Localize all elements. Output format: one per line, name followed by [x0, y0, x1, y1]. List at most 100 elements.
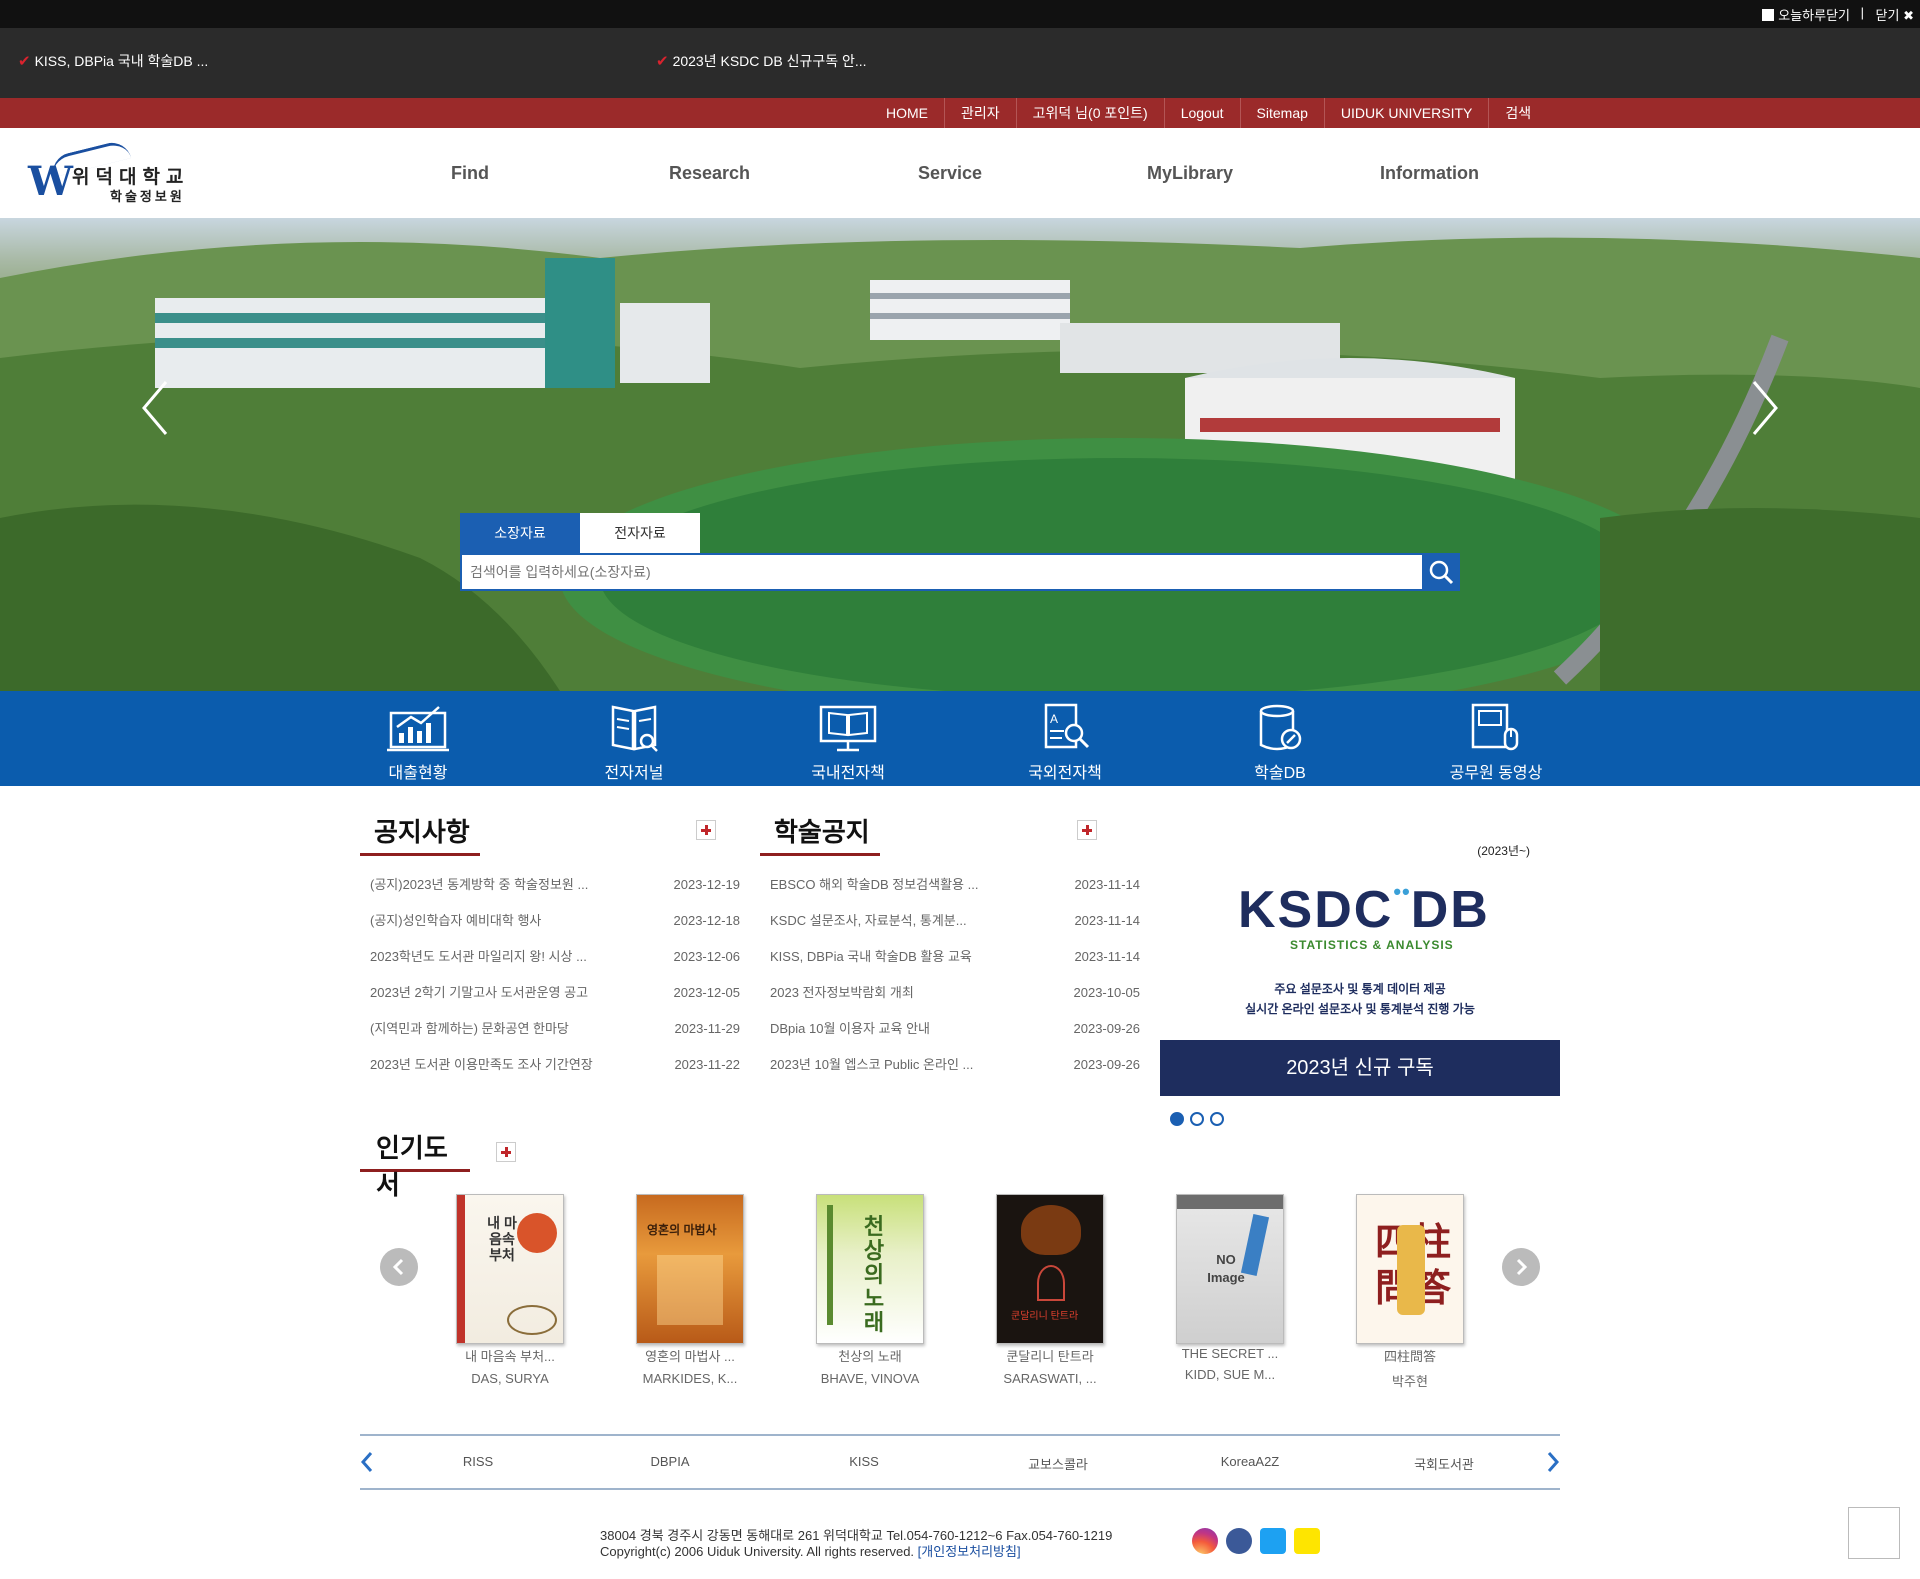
checkbox-icon[interactable]: [1762, 8, 1775, 21]
book-item[interactable]: 영혼의 마법사 영혼의 마법사 ... MARKIDES, K...: [630, 1194, 750, 1386]
notice-item[interactable]: (공지)성인학습자 예비대학 행사 2023-12-18: [360, 906, 740, 942]
notice-more-button[interactable]: [696, 820, 716, 840]
academic-board: 학술공지 EBSCO 해외 학술DB 정보검색활용 ... 2023-11-14 …: [760, 812, 1140, 1086]
search-box: [460, 553, 1460, 591]
chevron-left-icon[interactable]: [360, 1450, 374, 1474]
footer: 38004 경북 경주시 강동면 동해대로 261 위덕대학교 Tel.054-…: [600, 1528, 1112, 1560]
search-button[interactable]: [1422, 553, 1460, 591]
close-button[interactable]: 닫기 ✖: [1876, 5, 1914, 24]
nav-find[interactable]: Find: [451, 163, 489, 184]
quick-label: 국내전자책: [811, 765, 885, 782]
privacy-policy-link[interactable]: [개인정보처리방침]: [918, 1544, 1021, 1559]
banner-dot[interactable]: [1210, 1112, 1224, 1126]
popular-more-button[interactable]: [496, 1142, 516, 1162]
academic-item[interactable]: EBSCO 해외 학술DB 정보검색활용 ... 2023-11-14: [760, 870, 1140, 906]
site-link-kiss[interactable]: KISS: [804, 1454, 924, 1469]
search-input[interactable]: [462, 555, 1422, 589]
academic-title-wrap: 학술공지: [760, 812, 880, 856]
ticker-item[interactable]: ✔ 2023년 KSDC DB 신규구독 안...: [656, 51, 867, 71]
ksdc-banner[interactable]: (2023년~) KSDC••DB STATISTICS & ANALYSIS …: [1160, 830, 1560, 1126]
book-cover[interactable]: 내 마음속 부처: [456, 1194, 564, 1344]
header: Find Research Service MyLibrary Informat…: [0, 128, 1920, 218]
books-prev-button[interactable]: [380, 1248, 418, 1286]
notice-item[interactable]: 2023학년도 도서관 마일리지 왕! 시상 ... 2023-12-06: [360, 942, 740, 978]
academic-item[interactable]: KISS, DBPia 국내 학술DB 활용 교육 2023-11-14: [760, 942, 1140, 978]
book-item[interactable]: 四柱問答 四柱問答 박주현: [1350, 1194, 1470, 1390]
quick-label: 공무원 동영상: [1449, 765, 1543, 782]
book-title: 영혼의 마법사 ...: [645, 1349, 735, 1364]
book-item[interactable]: NO Image THE SECRET ... KIDD, SUE M...: [1170, 1194, 1290, 1382]
book-cover[interactable]: 영혼의 마법사: [636, 1194, 744, 1344]
banner-dot[interactable]: [1190, 1112, 1204, 1126]
util-home-link[interactable]: HOME: [870, 98, 945, 128]
notice-item[interactable]: 2023년 2학기 기말고사 도서관운영 공고 2023-12-05: [360, 978, 740, 1014]
academic-item[interactable]: 2023년 10월 엡스코 Public 온라인 ... 2023-09-26: [760, 1050, 1140, 1086]
logo-name: 위덕대학교: [72, 167, 190, 188]
quick-academic-db[interactable]: 학술DB: [1200, 703, 1360, 783]
book-item[interactable]: 천상의 노래 천상의 노래 BHAVE, VINOVA: [810, 1194, 930, 1386]
facebook-icon[interactable]: [1226, 1528, 1252, 1554]
site-logo[interactable]: W 위덕대학교 학술정보원: [28, 138, 208, 205]
quick-ejournal[interactable]: 전자저널: [554, 703, 714, 783]
util-sitemap-link[interactable]: Sitemap: [1241, 98, 1325, 128]
util-user-link[interactable]: 고위덕 님(0 포인트): [1017, 98, 1165, 128]
book-author: BHAVE, VINOVA: [820, 1371, 920, 1386]
util-logout-link[interactable]: Logout: [1165, 98, 1241, 128]
tab-holdings[interactable]: 소장자료: [460, 513, 580, 553]
util-search-link[interactable]: 검색: [1489, 98, 1547, 128]
quick-domestic-ebook[interactable]: 국내전자책: [768, 703, 928, 783]
nav-mylibrary[interactable]: MyLibrary: [1147, 163, 1233, 184]
book-item[interactable]: 내 마음속 부처 내 마음속 부처... DAS, SURYA: [450, 1194, 570, 1386]
nav-research[interactable]: Research: [669, 163, 750, 184]
journal-icon: [611, 705, 658, 752]
book-item[interactable]: 쿤달리니 탄트라 쿤달리니 탄트라 SARASWATI, ...: [990, 1194, 1110, 1386]
twitter-icon[interactable]: [1260, 1528, 1286, 1554]
book-cover[interactable]: 쿤달리니 탄트라: [996, 1194, 1104, 1344]
site-link-dbpia[interactable]: DBPIA: [610, 1454, 730, 1469]
chevron-right-icon[interactable]: [1546, 1450, 1560, 1474]
book-cover[interactable]: 四柱問答: [1356, 1194, 1464, 1344]
ticker-item[interactable]: ✔ KISS, DBPia 국내 학술DB ...: [18, 51, 208, 71]
instagram-icon[interactable]: [1192, 1528, 1218, 1554]
books-next-button[interactable]: [1502, 1248, 1540, 1286]
document-search-icon: A: [1044, 703, 1090, 749]
site-link-kyobo-scholar[interactable]: 교보스콜라: [998, 1454, 1118, 1473]
quick-loan-status[interactable]: 대출현황: [338, 703, 498, 783]
academic-item[interactable]: 2023 전자정보박람회 개최 2023-10-05: [760, 978, 1140, 1014]
quick-label: 국외전자책: [1028, 765, 1102, 782]
notice-item[interactable]: (지역민과 함께하는) 문화공연 한마당 2023-11-29: [360, 1014, 740, 1050]
notice-title-wrap: 공지사항: [360, 812, 480, 856]
tab-electronic[interactable]: 전자자료: [580, 513, 700, 553]
academic-title: 학술공지: [774, 818, 870, 848]
book-title: 내 마음속 부처...: [465, 1349, 555, 1364]
today-close-toggle[interactable]: 오늘하루닫기: [1762, 5, 1850, 24]
nav-service[interactable]: Service: [918, 163, 982, 184]
scroll-top-button[interactable]: [1848, 1507, 1900, 1559]
check-icon: ✔: [18, 53, 31, 70]
chevron-right-icon: [1752, 381, 1778, 435]
site-link-riss[interactable]: RISS: [418, 1454, 538, 1469]
academic-more-button[interactable]: [1077, 820, 1097, 840]
banner-cta[interactable]: 2023년 신규 구독: [1160, 1040, 1560, 1096]
hero-next-button[interactable]: [1750, 378, 1780, 438]
academic-item[interactable]: DBpia 10월 이용자 교육 안내 2023-09-26: [760, 1014, 1140, 1050]
book-cover[interactable]: NO Image: [1176, 1194, 1284, 1344]
academic-item[interactable]: KSDC 설문조사, 자료분석, 통계분... 2023-11-14: [760, 906, 1140, 942]
notice-item[interactable]: (공지)2023년 동계방학 중 학술정보원 ... 2023-12-19: [360, 870, 740, 906]
quick-foreign-ebook[interactable]: A 국외전자책: [985, 703, 1145, 783]
notice-item[interactable]: 2023년 도서관 이용만족도 조사 기간연장 2023-11-22: [360, 1050, 740, 1086]
ticker-text: 2023년 KSDC DB 신규구독 안...: [672, 53, 867, 69]
quick-label: 대출현황: [388, 765, 448, 782]
ebook-monitor-icon: [819, 705, 877, 752]
banner-dot[interactable]: [1170, 1112, 1184, 1126]
quick-civil-service-video[interactable]: 공무원 동영상: [1416, 703, 1576, 783]
footer-copyright: Copyright(c) 2006 Uiduk University. All …: [600, 1544, 915, 1559]
book-cover[interactable]: 천상의 노래: [816, 1194, 924, 1344]
kakao-icon[interactable]: [1294, 1528, 1320, 1554]
util-admin-link[interactable]: 관리자: [945, 98, 1017, 128]
hero-prev-button[interactable]: [140, 378, 170, 438]
site-link-national-assembly-library[interactable]: 국회도서관: [1384, 1454, 1504, 1473]
nav-information[interactable]: Information: [1380, 163, 1479, 184]
site-link-koreaa2z[interactable]: KoreaA2Z: [1190, 1454, 1310, 1469]
util-university-link[interactable]: UIDUK UNIVERSITY: [1325, 98, 1490, 128]
